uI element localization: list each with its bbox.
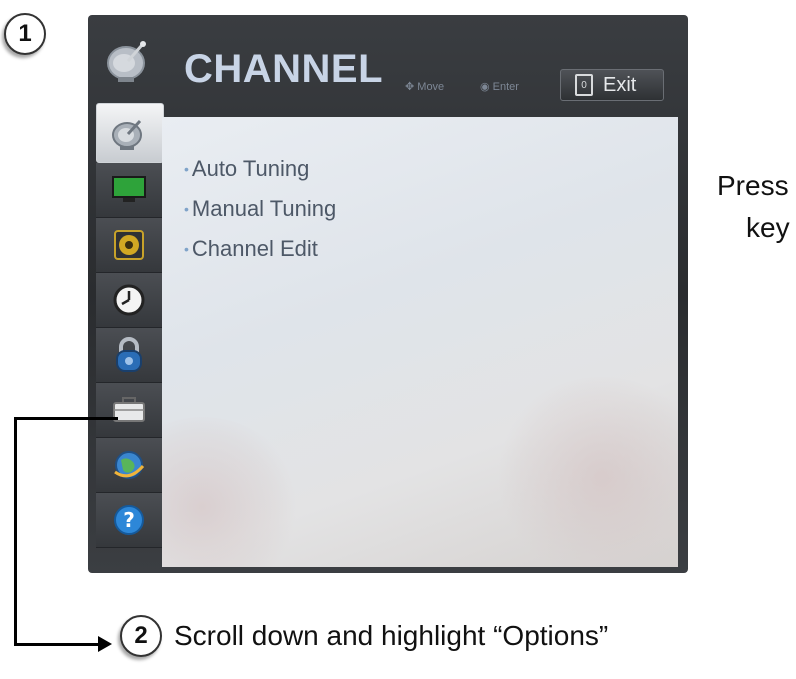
channel-menu-list: • Auto Tuning • Manual Tuning • Channel … [184,156,337,277]
clock-icon [113,284,145,316]
enter-icon: ◉ [480,81,490,93]
svg-text:?: ? [123,508,135,532]
menu-item-channel-edit[interactable]: • Channel Edit [184,236,336,261]
dpad-icon: ✥ [405,81,415,93]
enter-hint: ◉ Enter [480,80,519,93]
menu-content-panel: • Auto Tuning • Manual Tuning • Channel … [162,117,678,567]
exit-button-label: Exit [603,73,637,96]
satellite-dish-icon [107,41,146,82]
menu-header: CHANNEL ✥ Move ◉ Enter 0 Exit [88,15,688,107]
sidebar-item-lock[interactable] [96,328,162,383]
connector-line [14,417,17,646]
background-flower [492,377,678,567]
connector-line [14,643,99,646]
sidebar-item-channel[interactable] [96,103,164,163]
exit-key-icon: 0 [575,74,593,96]
menu-item-label: Auto Tuning [191,156,310,181]
instruction-press: Press [717,170,789,201]
sidebar-item-options[interactable] [96,383,162,438]
menu-item-label: Channel Edit [191,236,318,261]
globe-icon [114,451,145,479]
sidebar-item-picture[interactable] [96,163,162,218]
help-icon: ? [114,505,144,535]
toolbox-icon [113,397,145,422]
step-2-marker: 2 [120,615,162,657]
background-flower [162,417,302,567]
category-sidebar: ? [92,103,170,569]
speaker-icon [114,230,144,260]
instruction-step-2: Scroll down and highlight “Options” [174,620,609,651]
move-hint: ✥ Move [405,80,444,93]
sidebar-item-audio[interactable] [96,218,162,273]
bullet-icon: • [184,241,189,257]
sidebar-item-support[interactable]: ? [96,493,162,548]
menu-title: CHANNEL [184,47,384,91]
lock-icon [116,337,142,372]
sidebar-item-network[interactable] [96,438,162,493]
step-1-marker: 1 [4,13,46,55]
menu-item-manual-tuning[interactable]: • Manual Tuning [184,196,337,221]
bullet-icon: • [184,201,189,217]
arrow-right-icon [98,636,112,652]
menu-item-label: Manual Tuning [191,196,337,221]
tv-screen: CHANNEL ✥ Move ◉ Enter 0 Exit ? • Auto T… [88,15,688,573]
bullet-icon: • [184,161,189,177]
exit-button[interactable]: 0 Exit [560,69,664,101]
picture-icon [112,176,146,202]
connector-line [14,417,118,420]
instruction-key: key [746,212,790,243]
satellite-dish-icon [112,119,142,150]
sidebar-item-time[interactable] [96,273,162,328]
menu-item-auto-tuning[interactable]: • Auto Tuning [184,156,336,181]
move-hint-label: Move [417,81,445,93]
enter-hint-label: Enter [492,81,519,93]
